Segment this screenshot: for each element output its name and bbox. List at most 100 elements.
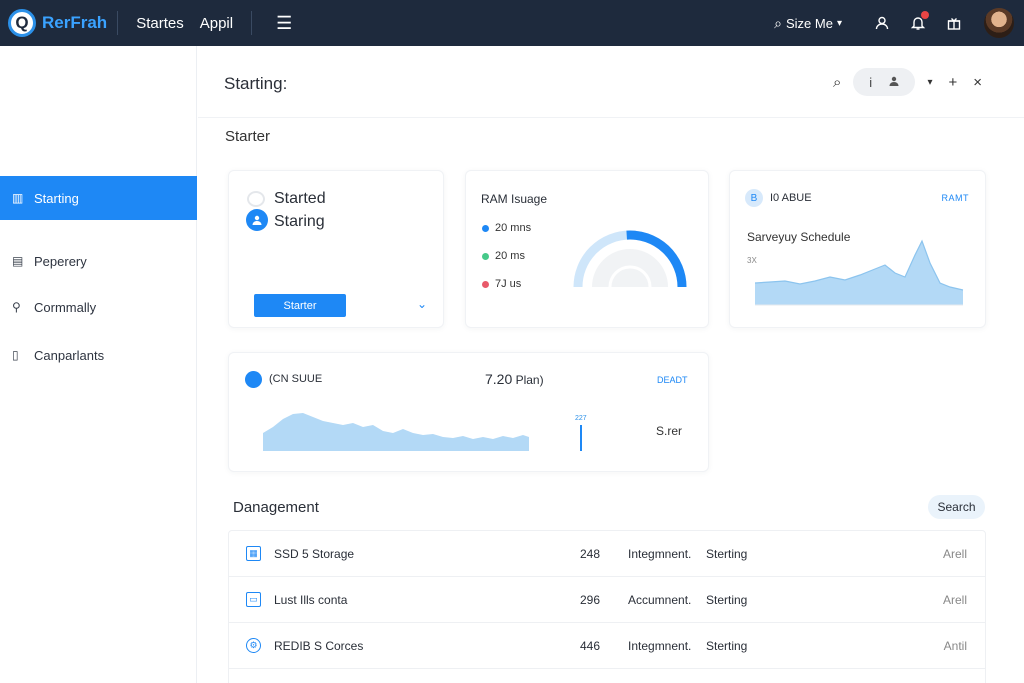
notification-dot — [921, 11, 929, 19]
chevron-down-icon[interactable]: ⌄ — [417, 297, 427, 311]
schedule-card: B I0 ABUE RAMT Sarveyuy Schedule 3X — [729, 170, 986, 328]
sidebar-item-label: Cormmally — [34, 299, 97, 315]
management-table: ▦ SSD 5 Storage 248 Integmnent. Sterting… — [228, 530, 986, 683]
card-header: I0 ABUE — [770, 192, 812, 204]
management-title: Danagement — [233, 499, 319, 516]
user-icon — [245, 371, 284, 433]
page-title: Starting: — [224, 74, 288, 93]
card-subtitle: Staring — [274, 213, 325, 230]
card-tag[interactable]: DEADT — [657, 375, 688, 385]
info-icon: i — [869, 74, 873, 90]
row-name: SSD 5 Storage — [274, 547, 355, 561]
legend-dot — [482, 224, 489, 232]
header-tools: ⌕ i ▾ + × — [825, 68, 990, 96]
row-number: 446 — [580, 639, 601, 653]
logo-icon: Q — [8, 9, 36, 37]
started-card: Started Staring Starter ⌄ — [228, 170, 444, 328]
area-fill — [263, 413, 529, 451]
row-action[interactable]: Arell — [943, 547, 967, 561]
row-number: 296 — [580, 593, 601, 607]
legend-label: 20 mns — [495, 222, 532, 234]
section-title: Starter — [225, 128, 271, 145]
sidebar-item-label: Starting — [34, 190, 79, 206]
gift-icon[interactable] — [942, 11, 966, 35]
top-right-tools: ⌕ Size Me ▾ — [774, 0, 1024, 46]
row-action[interactable]: Antil — [944, 639, 967, 653]
app-logo[interactable]: Q RerFrah — [8, 9, 107, 37]
placeholder-ring — [247, 191, 265, 207]
table-row[interactable]: ▦ SSD 5 Storage 248 Integmnent. Sterting… — [229, 531, 985, 577]
user-outline-icon[interactable] — [870, 11, 894, 35]
nav-divider — [251, 11, 253, 35]
chevron-down-icon[interactable]: ▾ — [927, 77, 932, 88]
header-divider — [198, 117, 1024, 118]
avatar[interactable] — [984, 8, 1014, 38]
building-icon: ▥ — [12, 191, 24, 205]
sidebar: ▥ Starting ▤ Peperery ⚲ Cormmally ▯ Canp… — [0, 46, 197, 683]
sidebar-item-label: Peperery — [34, 253, 87, 269]
legend-label: 20 ms — [495, 250, 525, 262]
search-icon: ⌕ — [774, 14, 782, 31]
key-icon: ⚲ — [12, 300, 21, 314]
row-kind: Integmnent. — [628, 547, 692, 561]
legend-label: 7J us — [495, 278, 522, 290]
card-title: RAM Isuage — [481, 192, 548, 206]
legend-dot — [482, 252, 489, 260]
nav-link-appil[interactable]: Appil — [200, 15, 233, 32]
table-row[interactable]: ⚙ REDIB S Corces 446 Integmnent. Stertin… — [229, 623, 985, 669]
calendar-icon: ▭ — [246, 592, 261, 607]
sidebar-item-canparlants[interactable]: ▯ Canparlants — [0, 333, 197, 377]
status-area-chart — [263, 413, 582, 451]
badge-icon: B — [745, 189, 763, 207]
storage-icon: ▦ — [246, 546, 261, 561]
legend-item: 20 mns — [482, 222, 531, 234]
nav-divider — [117, 11, 119, 35]
table-row[interactable] — [229, 669, 985, 683]
schedule-area-chart — [754, 239, 964, 306]
ram-gauge — [573, 230, 687, 288]
row-name: REDIB S Corces — [274, 639, 364, 653]
row-status: Sterting — [706, 639, 748, 653]
nav-link-startes[interactable]: Startes — [136, 15, 184, 32]
legend-dot — [482, 280, 489, 288]
columns-icon: ▯ — [12, 348, 19, 362]
bell-icon[interactable] — [906, 11, 930, 35]
sidebar-item-peperery[interactable]: ▤ Peperery — [0, 239, 197, 283]
user-icon — [888, 75, 900, 90]
chevron-down-icon: ▾ — [836, 17, 842, 29]
row-kind: Integmnent. — [628, 639, 692, 653]
table-row[interactable]: ▭ Lust Ills conta 296 Accumnent. Stertin… — [229, 577, 985, 623]
sidebar-item-starting[interactable]: ▥ Starting — [0, 176, 197, 220]
list-icon[interactable]: ☰ — [276, 13, 292, 34]
row-name: Lust Ills conta — [274, 593, 348, 607]
plus-icon[interactable]: + — [948, 74, 957, 91]
settings-icon: ⚙ — [246, 638, 261, 653]
card-title: Started — [274, 190, 326, 207]
search-icon[interactable]: ⌕ — [833, 74, 841, 91]
size-menu-label: Size Me — [786, 15, 833, 31]
search-button[interactable]: Search — [928, 495, 985, 519]
row-status: Sterting — [706, 547, 748, 561]
legend-item: 7J us — [482, 278, 521, 290]
clipboard-icon: ▤ — [12, 254, 24, 268]
starter-button[interactable]: Starter — [254, 294, 346, 317]
status-card: (CN SUUE 7.20 Plan) DEADT 227 S.rer — [228, 352, 709, 472]
area-fill — [755, 241, 963, 305]
sidebar-item-cormmally[interactable]: ⚲ Cormmally — [0, 285, 197, 329]
logo-text: RerFrah — [42, 13, 108, 32]
value-main: 7.20 — [485, 371, 513, 387]
top-bar: Q RerFrah Startes Appil ☰ ⌕ Size Me ▾ — [0, 0, 1024, 46]
row-kind: Accumnent. — [628, 593, 692, 607]
card-tag[interactable]: RAMT — [942, 193, 970, 203]
info-user-pill[interactable]: i — [853, 68, 916, 96]
close-icon[interactable]: × — [973, 74, 982, 91]
value-unit: Plan) — [512, 373, 544, 387]
row-number: 248 — [580, 547, 601, 561]
user-icon — [246, 209, 268, 231]
ram-usage-card: RAM Isuage 20 mns 20 ms 7J us — [465, 170, 709, 328]
row-action[interactable]: Arell — [943, 593, 967, 607]
card-header: (CN SUUE — [269, 373, 323, 385]
size-menu[interactable]: ⌕ Size Me ▾ — [774, 15, 842, 32]
sidebar-item-label: Canparlants — [34, 347, 105, 363]
legend-item: 20 ms — [482, 250, 525, 262]
